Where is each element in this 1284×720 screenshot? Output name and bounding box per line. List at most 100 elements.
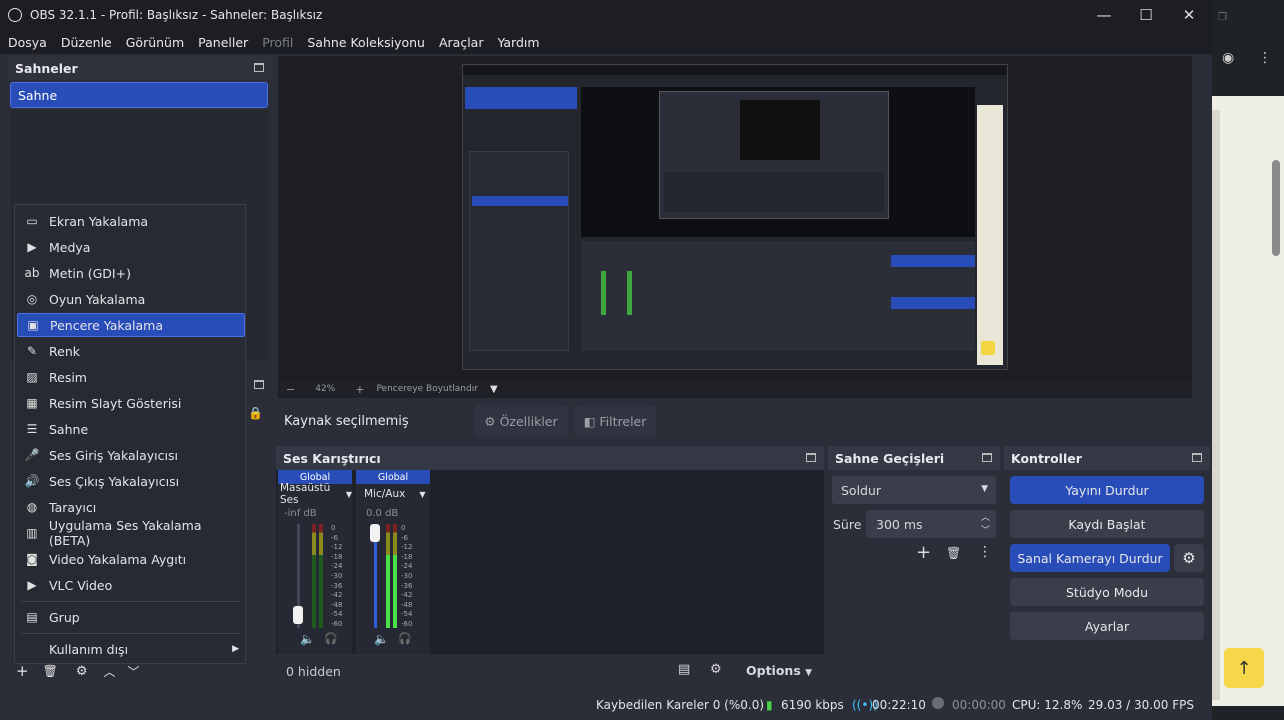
gear-icon[interactable]: ⚙	[76, 664, 88, 679]
menu-item-14[interactable]: ▶ VLC Video	[17, 573, 245, 597]
zoom-in-button[interactable]: +	[355, 383, 364, 396]
spin-down-icon[interactable]: ﹀	[981, 523, 990, 536]
menu-item-label: Oyun Yakalama	[49, 291, 146, 307]
controls-header: Kontroller	[1004, 446, 1210, 470]
trash-icon[interactable]: 🗑	[43, 664, 58, 678]
menu-item-13[interactable]: ◙ Video Yakalama Aygıtı	[17, 547, 245, 571]
menu-item-2[interactable]: ab Metin (GDI+)	[17, 261, 245, 285]
channel-level: -inf dB	[284, 508, 317, 519]
menu-edit[interactable]: Düzenle	[61, 35, 112, 50]
undock-icon[interactable]	[254, 63, 264, 72]
undock-icon[interactable]	[806, 453, 816, 462]
filters-button[interactable]: ◧ Filtreler	[574, 405, 656, 437]
options-label: Options	[746, 663, 801, 678]
advanced-audio-icon[interactable]: ⚙	[710, 662, 722, 677]
preview-area[interactable]	[278, 56, 1192, 380]
more-vertical-icon[interactable]: ⋮	[978, 544, 992, 560]
db-tick-label: 0	[401, 524, 406, 532]
nested-nested-window	[659, 91, 889, 219]
dropped-frames: Kaybedilen Kareler 0 (%0.0)	[596, 698, 765, 712]
menu-separator	[21, 633, 241, 634]
menu-scene-collection[interactable]: Sahne Koleksiyonu	[307, 35, 425, 50]
move-up-icon[interactable]: ︿	[103, 663, 115, 680]
menu-separator	[21, 601, 241, 602]
settings-button[interactable]: Ayarlar	[1010, 612, 1204, 640]
restore-icon: ❐	[1218, 12, 1227, 23]
spin-up-icon[interactable]: ︿	[981, 510, 990, 523]
menu-item-3[interactable]: ◎ Oyun Yakalama	[17, 287, 245, 311]
menu-item-12[interactable]: ▥ Uygulama Ses Yakalama (BETA)	[17, 518, 245, 548]
more-vertical-icon[interactable]: ⋮	[1258, 50, 1272, 66]
fit-to-window[interactable]: Pencereye Boyutlandır	[376, 384, 477, 394]
start-recording-button[interactable]: Kaydı Başlat	[1010, 510, 1204, 538]
menu-help[interactable]: Yardım	[497, 35, 539, 50]
menu-view[interactable]: Görünüm	[126, 35, 184, 50]
scrollbar-thumb[interactable]	[1272, 160, 1280, 256]
zoom-out-button[interactable]: −	[286, 383, 295, 396]
move-down-icon[interactable]: ﹀	[127, 663, 139, 680]
menu-file[interactable]: Dosya	[8, 35, 47, 50]
add-icon[interactable]: +	[16, 662, 29, 680]
chevron-down-icon[interactable]: ▼	[490, 384, 498, 395]
duration-spinbox[interactable]: 300 ms ︿ ﹀	[866, 510, 996, 538]
menu-item-label: Ekran Yakalama	[49, 213, 149, 229]
menu-item-16[interactable]: Kullanım dışı ▶	[17, 637, 245, 661]
menu-docks[interactable]: Paneller	[198, 35, 248, 50]
menu-item-9[interactable]: 🎤 Ses Giriş Yakalayıcısı	[17, 443, 245, 467]
undock-icon[interactable]	[254, 380, 264, 389]
minimize-button[interactable]: —	[1082, 0, 1126, 30]
properties-button[interactable]: ⚙ Özellikler	[474, 405, 568, 437]
menu-item-10[interactable]: 🔊 Ses Çıkış Yakalayıcısı	[17, 469, 245, 493]
stop-streaming-button[interactable]: Yayını Durdur	[1010, 476, 1204, 504]
studio-mode-button[interactable]: Stüdyo Modu	[1010, 578, 1204, 606]
transition-select[interactable]: Soldur ▼	[832, 476, 996, 504]
stop-virtual-camera-button[interactable]: Sanal Kamerayı Durdur	[1010, 544, 1170, 572]
network-icon: ▮	[766, 698, 773, 712]
play-icon: ▶	[27, 240, 37, 254]
menu-item-11[interactable]: ◍ Tarayıcı	[17, 495, 245, 519]
menu-item-1[interactable]: ▶ Medya	[17, 235, 245, 259]
close-button[interactable]: ✕	[1167, 0, 1211, 30]
trash-icon[interactable]: 🗑	[946, 546, 961, 560]
menu-item-7[interactable]: ▦ Resim Slayt Gösterisi	[17, 391, 245, 415]
channel-name[interactable]: Mic/Aux ▼	[356, 486, 430, 502]
undock-icon[interactable]	[1192, 453, 1202, 462]
upload-arrow-icon[interactable]: ↑	[1224, 648, 1264, 688]
volume-slider-handle[interactable]	[370, 524, 380, 542]
menu-item-6[interactable]: ▨ Resim	[17, 365, 245, 389]
stream-time: 00:22:10	[872, 698, 926, 712]
mute-icon[interactable]: 🔈	[300, 632, 315, 646]
menu-item-4[interactable]: ▣ Pencere Yakalama	[17, 313, 245, 337]
account-icon[interactable]: ◉	[1222, 50, 1234, 66]
no-source-label: Kaynak seçilmemiş	[284, 414, 409, 429]
menu-tools[interactable]: Araçlar	[439, 35, 484, 50]
virtual-camera-settings-button[interactable]: ⚙	[1174, 544, 1204, 572]
menu-item-8[interactable]: ☰ Sahne	[17, 417, 245, 441]
add-transition-icon[interactable]: +	[916, 542, 931, 563]
speaker-icon: 🔊	[24, 474, 40, 488]
menu-item-0[interactable]: ▭ Ekran Yakalama	[17, 209, 245, 233]
layout-icon[interactable]: ▤	[678, 662, 690, 677]
menu-item-15[interactable]: ▤ Grup	[17, 605, 245, 629]
lock-icon[interactable]: 🔒	[248, 406, 263, 420]
filters-label: Filtreler	[599, 413, 647, 429]
nested-titlebar	[463, 65, 1007, 75]
db-tick-label: -18	[331, 552, 343, 561]
options-button[interactable]: Options ▼	[746, 663, 812, 678]
menu-item-5[interactable]: ✎ Renk	[17, 339, 245, 363]
scene-item[interactable]: Sahne	[10, 82, 268, 108]
camera-icon: ◙	[26, 552, 38, 566]
maximize-button[interactable]: ☐	[1124, 0, 1168, 30]
mixer-body: Global Masaüstü Ses ▼ -inf dB 🔈 🎧 Global …	[276, 470, 824, 654]
undock-icon[interactable]	[982, 453, 992, 462]
mute-icon[interactable]: 🔈	[374, 632, 389, 646]
nested-side-panel	[977, 105, 1003, 365]
menu-item-label: Ses Çıkış Yakalayıcısı	[49, 473, 180, 489]
recording-time: 00:00:00	[952, 698, 1006, 712]
menu-profile[interactable]: Profil	[262, 35, 293, 50]
channel-name[interactable]: Masaüstü Ses ▼	[278, 482, 352, 506]
volume-slider-handle[interactable]	[293, 606, 303, 624]
db-tick-label: -54	[401, 610, 413, 619]
zoom-bar: − 42% + Pencereye Boyutlandır ▼	[278, 380, 1192, 398]
db-tick-label: -24	[401, 562, 413, 571]
